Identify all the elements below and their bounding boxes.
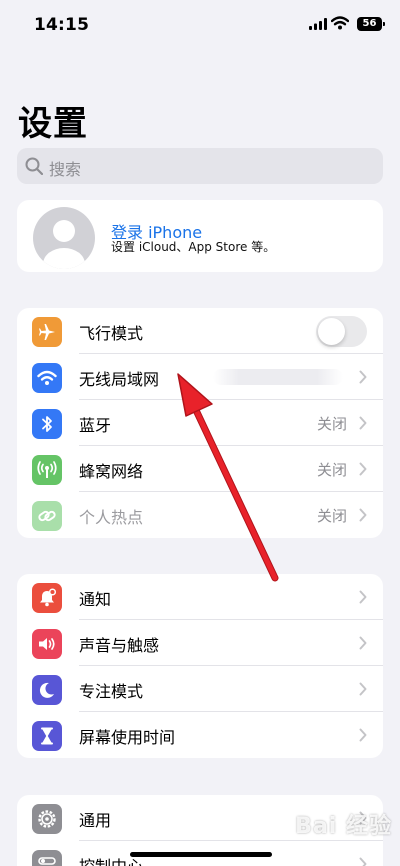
chevron-right-icon — [359, 857, 367, 866]
row-notifications[interactable]: 通知 — [17, 574, 383, 620]
gear-icon — [32, 804, 62, 834]
avatar-icon — [33, 207, 95, 269]
moon-icon — [32, 675, 62, 705]
connectivity-group: 飞行模式 无线局域网 蓝牙 关闭 蜂窝网络 关闭 个人热点 关闭 — [17, 308, 383, 538]
row-label: 个人热点 — [79, 508, 144, 527]
notification-bell-icon — [32, 583, 62, 613]
row-label: 蜂窝网络 — [79, 462, 144, 481]
wifi-icon — [331, 16, 349, 30]
chevron-right-icon — [359, 508, 367, 522]
battery-icon: 56 — [357, 17, 385, 31]
search-icon — [25, 157, 43, 175]
airplane-icon — [32, 317, 62, 347]
cellular-signal-icon — [309, 18, 327, 30]
row-airplane-mode[interactable]: 飞行模式 — [17, 308, 383, 354]
row-label: 声音与触感 — [79, 636, 160, 655]
search-input[interactable]: 搜索 — [17, 148, 383, 184]
row-value: 关闭 — [316, 461, 347, 479]
chevron-right-icon — [359, 728, 367, 742]
row-focus[interactable]: 专注模式 — [17, 666, 383, 712]
airplane-mode-toggle[interactable] — [316, 316, 367, 347]
chevron-right-icon — [359, 370, 367, 384]
chevron-right-icon — [359, 590, 367, 604]
row-bluetooth[interactable]: 蓝牙 关闭 — [17, 400, 383, 446]
toggles-icon — [32, 850, 62, 866]
row-value: 关闭 — [316, 415, 347, 433]
row-label: 通知 — [79, 590, 112, 609]
row-label: 无线局域网 — [79, 370, 160, 389]
row-label: 屏幕使用时间 — [79, 728, 176, 747]
watermark: Bai 经验 — [295, 814, 392, 839]
row-label: 专注模式 — [79, 682, 144, 701]
row-sounds-haptics[interactable]: 声音与触感 — [17, 620, 383, 666]
speaker-icon — [32, 629, 62, 659]
row-wlan[interactable]: 无线局域网 — [17, 354, 383, 400]
hotspot-link-icon — [32, 501, 62, 531]
row-personal-hotspot[interactable]: 个人热点 关闭 — [17, 492, 383, 538]
chevron-right-icon — [359, 636, 367, 650]
sign-in-subtitle: 设置 iCloud、App Store 等。 — [111, 240, 276, 254]
cellular-antenna-icon — [32, 455, 62, 485]
sign-in-card[interactable]: 登录 iPhone 设置 iCloud、App Store 等。 — [17, 200, 383, 272]
row-cellular[interactable]: 蜂窝网络 关闭 — [17, 446, 383, 492]
status-bar: 14:15 56 — [0, 0, 400, 50]
row-label: 飞行模式 — [79, 324, 144, 343]
chevron-right-icon — [359, 682, 367, 696]
wlan-network-name-blurred — [213, 369, 343, 385]
hourglass-icon — [32, 721, 62, 751]
notifications-group: 通知 声音与触感 专注模式 屏幕使用时间 — [17, 574, 383, 758]
row-screen-time[interactable]: 屏幕使用时间 — [17, 712, 383, 758]
wifi-icon — [32, 363, 62, 393]
status-time: 14:15 — [34, 15, 90, 35]
bluetooth-icon — [32, 409, 62, 439]
chevron-right-icon — [359, 462, 367, 476]
row-value: 关闭 — [316, 507, 347, 525]
page-title: 设置 — [18, 104, 88, 144]
row-label: 蓝牙 — [79, 416, 112, 435]
row-label: 通用 — [79, 811, 112, 830]
chevron-right-icon — [359, 416, 367, 430]
home-indicator[interactable] — [130, 852, 272, 857]
search-placeholder: 搜索 — [49, 160, 82, 179]
